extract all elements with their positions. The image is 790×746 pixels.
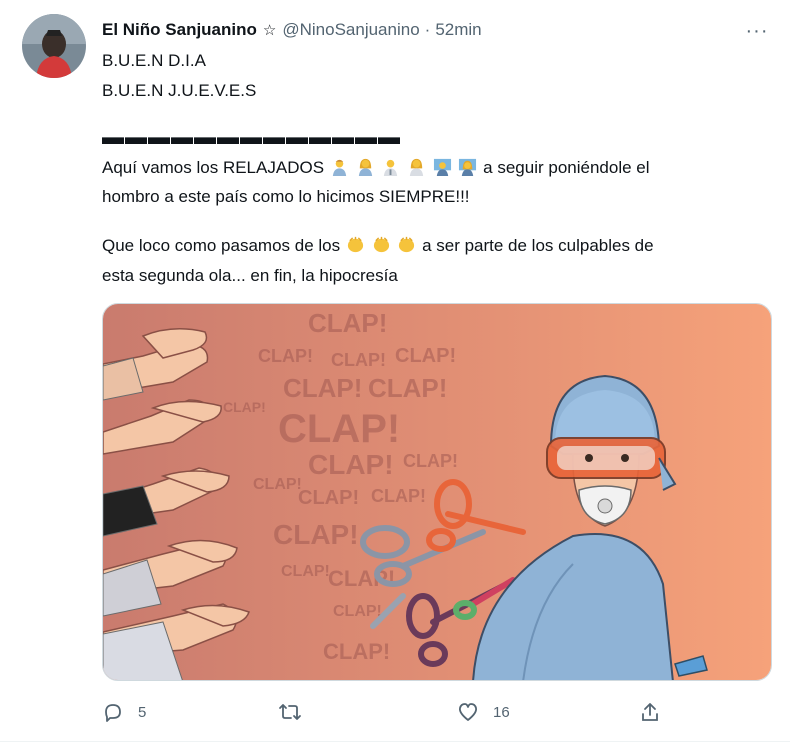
divider: [0, 741, 790, 742]
tweet-text-segment: a seguir poniéndole el: [483, 158, 650, 177]
clap-text: CLAP!: [281, 563, 330, 580]
tweet-media-image[interactable]: CLAP! CLAP! CLAP! CLAP! CLAP! CLAP! CLAP…: [102, 303, 772, 681]
clap-text: CLAP!: [253, 476, 302, 493]
clapping-hands-emoji: [347, 236, 363, 253]
clap-text: CLAP!: [323, 639, 390, 664]
reply-icon: [105, 704, 121, 722]
avatar[interactable]: [22, 14, 86, 78]
like-count: 16: [493, 703, 510, 721]
tweet-text-line: Aquí vamos los RELAJADOS a seguir ponién…: [102, 155, 650, 181]
clap-text: CLAP!: [258, 346, 313, 366]
clap-text: CLAP!: [403, 451, 458, 471]
clap-text: CLAP!: [333, 603, 382, 620]
clap-text: CLAP!: [331, 350, 386, 370]
clap-text: CLAP!: [283, 373, 362, 403]
health-worker-emoji: [384, 159, 398, 176]
clap-text: CLAP!: [223, 399, 266, 415]
clapping-hands-emoji: [399, 236, 415, 253]
timestamp[interactable]: 52min: [435, 20, 481, 40]
reply-button[interactable]: 5: [102, 697, 146, 727]
clap-text: CLAP!: [273, 519, 359, 550]
teacher-emoji: [433, 158, 451, 176]
clapping-hands-emoji: [373, 236, 389, 253]
like-button[interactable]: 16: [457, 697, 510, 727]
woman-health-worker-emoji: [409, 158, 424, 176]
star-icon: ☆: [262, 22, 277, 39]
tweet-text-line: B.U.E.N D.I.A: [102, 51, 206, 70]
display-name[interactable]: El Niño Sanjuanino: [102, 20, 257, 40]
tweet-text-segment: Aquí vamos los RELAJADOS: [102, 158, 329, 177]
tweet-text-segment: a ser parte de los culpables de: [422, 236, 654, 255]
share-button[interactable]: [639, 697, 661, 727]
woman-teacher-emoji: [459, 158, 477, 176]
retweet-icon: [279, 704, 301, 720]
retweet-button[interactable]: [278, 697, 316, 727]
clap-text: CLAP!: [371, 486, 426, 506]
tweet-header: El Niño Sanjuanino ☆ @NinoSanjuanino · 5…: [102, 18, 482, 42]
clap-text: CLAP!: [298, 487, 359, 509]
clap-text: CLAP!: [328, 566, 395, 591]
clap-text: CLAP!: [308, 449, 394, 480]
clap-text: CLAP!: [278, 407, 400, 451]
more-options-button[interactable]: ···: [740, 18, 774, 44]
tweet-text-line: B.U.E.N J.U.E.V.E.S: [102, 81, 257, 100]
tweet-text-line: esta segunda ola... en fin, la hipocresí…: [102, 266, 398, 285]
reply-count: 5: [138, 703, 147, 721]
clap-text: CLAP!: [368, 373, 447, 403]
clap-text: CLAP!: [395, 345, 456, 367]
tweet[interactable]: El Niño Sanjuanino ☆ @NinoSanjuanino · 5…: [0, 0, 790, 746]
tweet-text-segment: Que loco como pasamos de los: [102, 236, 345, 255]
man-health-worker-emoji: [332, 159, 346, 176]
tweet-text-line: Que loco como pasamos de los a ser parte…: [102, 233, 654, 259]
heart-icon: [459, 703, 477, 721]
tweet-actions: 5 16: [102, 697, 774, 727]
user-handle[interactable]: @NinoSanjuanino: [282, 20, 419, 40]
tweet-text-line: hombro a este país como lo hicimos SIEMP…: [102, 187, 470, 206]
clap-text: CLAP!: [308, 308, 387, 338]
tweet-text-divider: ▬▬▬▬▬▬▬▬▬▬▬▬▬: [102, 124, 401, 149]
share-icon: [642, 703, 658, 721]
separator-dot: ·: [424, 20, 431, 39]
woman-health-worker-emoji: [358, 158, 372, 176]
